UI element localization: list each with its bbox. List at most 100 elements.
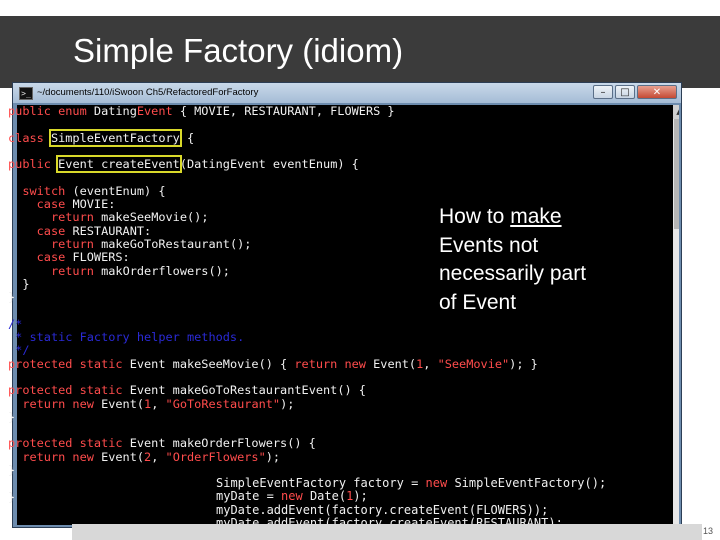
code-token: Movie() { bbox=[222, 356, 295, 371]
code-line: class SimpleEventFactory { bbox=[8, 128, 195, 147]
code-token: Event bbox=[144, 157, 180, 172]
code-token: public enum bbox=[8, 104, 94, 118]
code-token: , bbox=[423, 356, 438, 371]
code-token: protected static bbox=[8, 383, 130, 398]
overlay-token: my bbox=[216, 489, 231, 504]
code-token: /* bbox=[8, 316, 23, 331]
overlay-token: Date( bbox=[309, 489, 347, 504]
code-token: make bbox=[101, 236, 130, 251]
code-token: (event bbox=[72, 183, 116, 198]
code-token: return new bbox=[294, 356, 374, 371]
code-token: make bbox=[101, 210, 130, 225]
code-token: Flowers() { bbox=[237, 436, 316, 451]
code-token: Event( bbox=[101, 396, 145, 411]
code-token: Event bbox=[136, 104, 173, 118]
code-line: return makOrderflowers(); bbox=[8, 264, 230, 278]
highlighted-identifier: Event createEvent bbox=[56, 155, 182, 174]
code-line: * static Factory helper methods. bbox=[8, 330, 244, 344]
overlay-token: Event bbox=[497, 476, 534, 490]
code-line: return makeSeeMovie(); bbox=[8, 210, 209, 225]
overlay-token: new bbox=[281, 489, 310, 504]
code-token: } bbox=[8, 463, 16, 478]
code-line: } bbox=[8, 290, 15, 304]
code-token: Event() { bbox=[301, 383, 366, 398]
overlay-token: ); bbox=[353, 489, 368, 504]
code-token: ); bbox=[280, 396, 295, 411]
code-token: Event make bbox=[129, 436, 202, 451]
callout-line-1: How to make bbox=[439, 203, 639, 232]
code-token: class bbox=[8, 130, 51, 145]
highlighted-identifier: SimpleEventFactory bbox=[48, 128, 182, 147]
code-token: flowers(); bbox=[158, 263, 230, 278]
code-token: Order bbox=[201, 436, 238, 451]
callout-line-4: of Event bbox=[439, 290, 517, 314]
code-token: Factory bbox=[129, 130, 180, 145]
scroll-up-arrow-icon[interactable]: ▲ bbox=[673, 105, 679, 119]
code-line: } bbox=[8, 410, 15, 424]
code-token: Flowers" bbox=[208, 449, 266, 464]
overlay-line: myDate.addEvent(factory.createEvent(FLOW… bbox=[216, 503, 548, 517]
code-token: Restaurant" bbox=[201, 396, 281, 411]
scrollbar-thumb[interactable] bbox=[674, 119, 679, 229]
code-token: Event bbox=[58, 157, 94, 172]
overlay-token: Date.add bbox=[230, 502, 289, 517]
code-token: "See bbox=[437, 356, 467, 371]
code-token: protected static bbox=[8, 356, 130, 371]
code-token: GoTo bbox=[129, 236, 159, 251]
code-line: /* bbox=[8, 317, 22, 331]
code-token: Event make bbox=[129, 383, 202, 398]
callout-text: How to make Events not necessarily part … bbox=[439, 203, 639, 317]
overlay-token: Event(factory.create bbox=[288, 502, 433, 517]
code-token: } bbox=[8, 489, 16, 504]
code-line: case FLOWERS: bbox=[8, 250, 130, 264]
code-line: case RESTAURANT: bbox=[8, 223, 152, 238]
code-token: Restaurant bbox=[229, 383, 302, 398]
code-line: */ bbox=[8, 343, 29, 357]
close-button[interactable]: ✕ bbox=[637, 85, 677, 99]
overlay-token: Event bbox=[259, 476, 296, 490]
code-token: return bbox=[8, 236, 102, 251]
overlay-token: new bbox=[425, 476, 455, 490]
code-token: Event make bbox=[129, 356, 202, 371]
terminal-icon: >_ bbox=[19, 87, 33, 100]
callout-line-2: Events not bbox=[439, 233, 539, 257]
code-token: , bbox=[151, 449, 166, 464]
code-line: switch (eventEnum) { bbox=[8, 183, 166, 198]
overlay-token: Simple bbox=[216, 476, 260, 490]
callout-underlined-word: make bbox=[510, 205, 562, 228]
code-token: Enum) { bbox=[115, 183, 166, 198]
code-token: case bbox=[8, 197, 73, 212]
code-line: protected static Event makeSeeMovie() { … bbox=[8, 357, 538, 371]
code-token: { bbox=[179, 130, 195, 145]
code-token: { MOVIE, RESTAURANT, FLOWERS } bbox=[172, 104, 395, 118]
page-number: 13 bbox=[703, 526, 714, 536]
code-token: Movie(); bbox=[151, 210, 209, 225]
code-token: RESTAURANT: bbox=[72, 223, 152, 238]
code-token: ); } bbox=[509, 356, 538, 371]
code-line: } bbox=[8, 490, 15, 504]
code-token: See bbox=[201, 356, 223, 371]
callout-line-3: necessarily part bbox=[439, 262, 587, 285]
code-token: return new bbox=[8, 449, 102, 464]
code-token: return new bbox=[8, 396, 102, 411]
overlay-token: Factory factory = bbox=[295, 476, 426, 490]
code-line: return new Event(1, "GoToRestaurant"); bbox=[8, 397, 294, 411]
callout-line-1-start: How to bbox=[439, 205, 511, 228]
slide-title: Simple Factory (idiom) bbox=[73, 32, 404, 69]
maximize-button[interactable]: □ bbox=[615, 85, 635, 99]
overlay-token: Event(FLOWERS)); bbox=[432, 502, 549, 517]
overlay-token: my bbox=[216, 502, 231, 517]
code-line: protected static Event makeOrderFlowers(… bbox=[8, 436, 316, 450]
code-token: switch bbox=[8, 183, 73, 198]
code-token: public bbox=[8, 157, 59, 172]
minimize-button[interactable]: – bbox=[593, 85, 613, 99]
slide-footer-band bbox=[72, 524, 702, 540]
code-token: * static Factory helper methods. bbox=[8, 330, 245, 345]
code-line: protected static Event makeGoToRestauran… bbox=[8, 383, 366, 397]
terminal-titlebar[interactable]: >_ ~/documents/110/iSwoon Ch5/Refactored… bbox=[13, 83, 681, 103]
code-token: Event bbox=[93, 130, 130, 145]
code-token: ); bbox=[265, 449, 281, 464]
code-token: case bbox=[8, 223, 73, 238]
code-token: protected static bbox=[8, 436, 130, 451]
code-token: create bbox=[93, 157, 145, 172]
